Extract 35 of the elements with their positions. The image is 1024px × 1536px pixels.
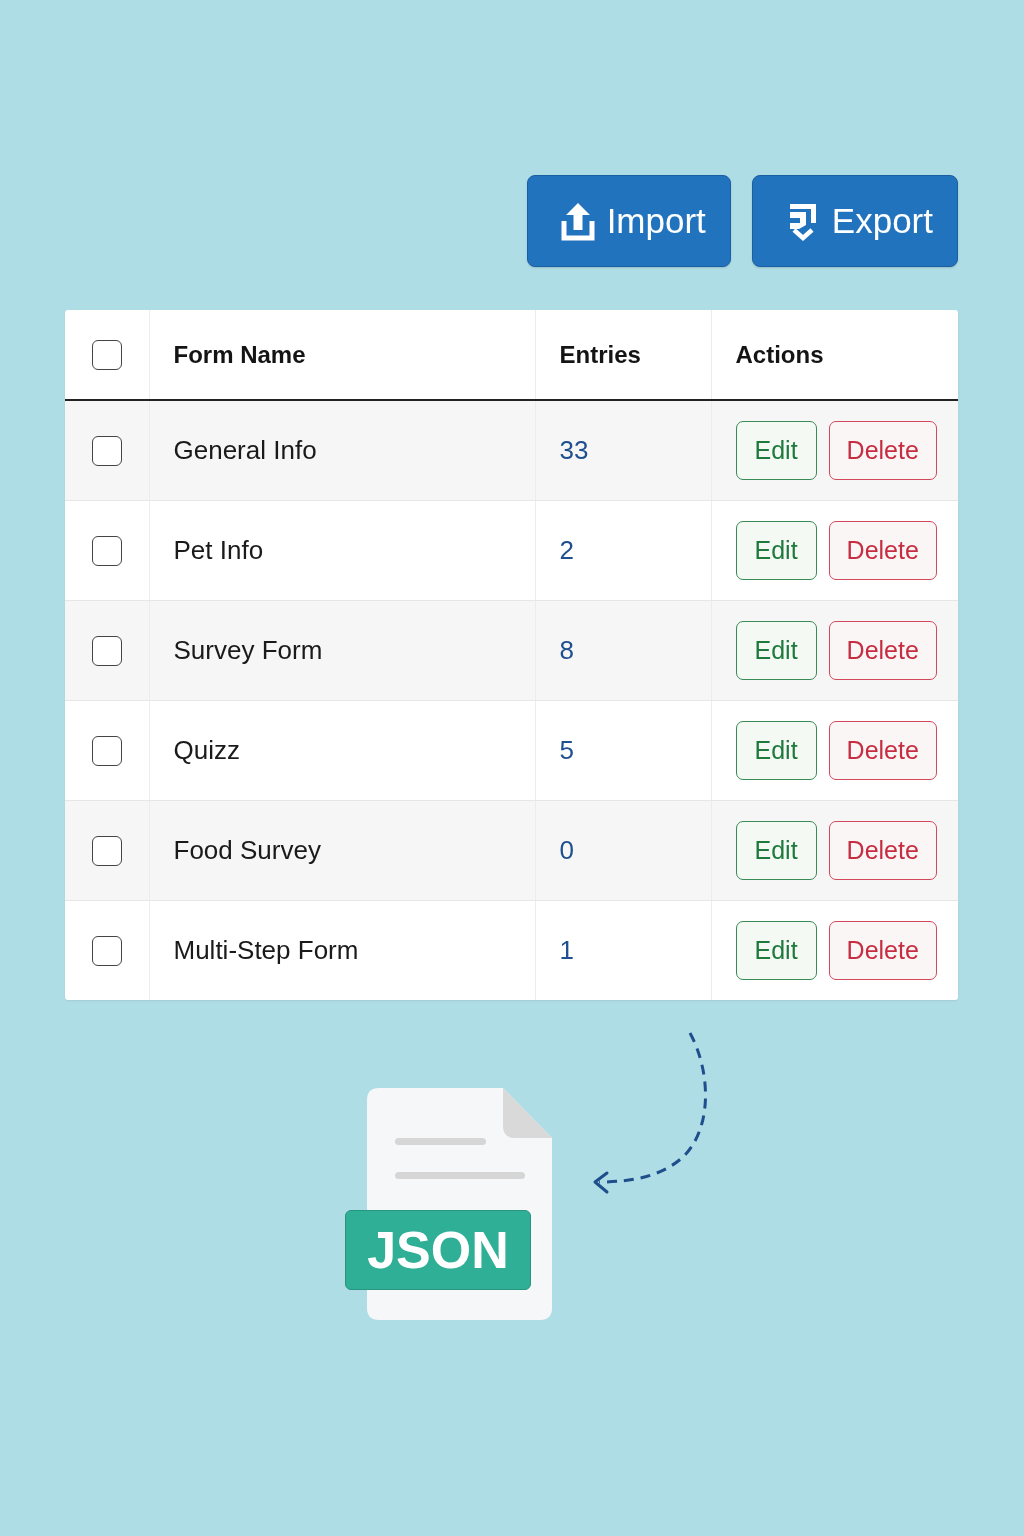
form-name-cell: Pet Info	[149, 500, 535, 601]
checkbox[interactable]	[91, 535, 122, 566]
entries-cell: 1	[535, 900, 711, 1000]
checkbox[interactable]	[91, 735, 122, 766]
checkbox[interactable]	[91, 635, 122, 666]
edit-button[interactable]: Edit	[735, 921, 817, 980]
form-name-cell: General Info	[149, 400, 535, 501]
delete-button[interactable]: Delete	[828, 921, 937, 980]
delete-button[interactable]: Delete	[828, 421, 937, 480]
form-name-cell: Food Survey	[149, 800, 535, 901]
edit-button[interactable]: Edit	[735, 621, 817, 680]
file-type-label: JSON	[345, 1210, 531, 1290]
checkbox[interactable]	[91, 935, 122, 966]
entries-cell: 2	[535, 500, 711, 601]
upload-icon	[560, 201, 595, 241]
delete-button[interactable]: Delete	[828, 521, 937, 580]
form-name-cell: Quizz	[149, 700, 535, 801]
edit-button[interactable]: Edit	[735, 721, 817, 780]
checkbox[interactable]	[91, 339, 122, 370]
checkbox[interactable]	[91, 435, 122, 466]
entries-cell: 33	[535, 400, 711, 501]
export-button[interactable]: Export	[751, 175, 958, 267]
entries-cell: 8	[535, 600, 711, 701]
edit-button[interactable]: Edit	[735, 421, 817, 480]
form-name-cell: Multi-Step Form	[149, 900, 535, 1000]
delete-button[interactable]: Delete	[828, 621, 937, 680]
entries-cell: 5	[535, 700, 711, 801]
form-name-cell: Survey Form	[149, 600, 535, 701]
import-button[interactable]: Import	[526, 175, 731, 267]
edit-button[interactable]: Edit	[735, 821, 817, 880]
delete-button[interactable]: Delete	[828, 821, 937, 880]
checkbox[interactable]	[91, 835, 122, 866]
edit-button[interactable]: Edit	[735, 521, 817, 580]
entries-cell: 0	[535, 800, 711, 901]
delete-button[interactable]: Delete	[828, 721, 937, 780]
